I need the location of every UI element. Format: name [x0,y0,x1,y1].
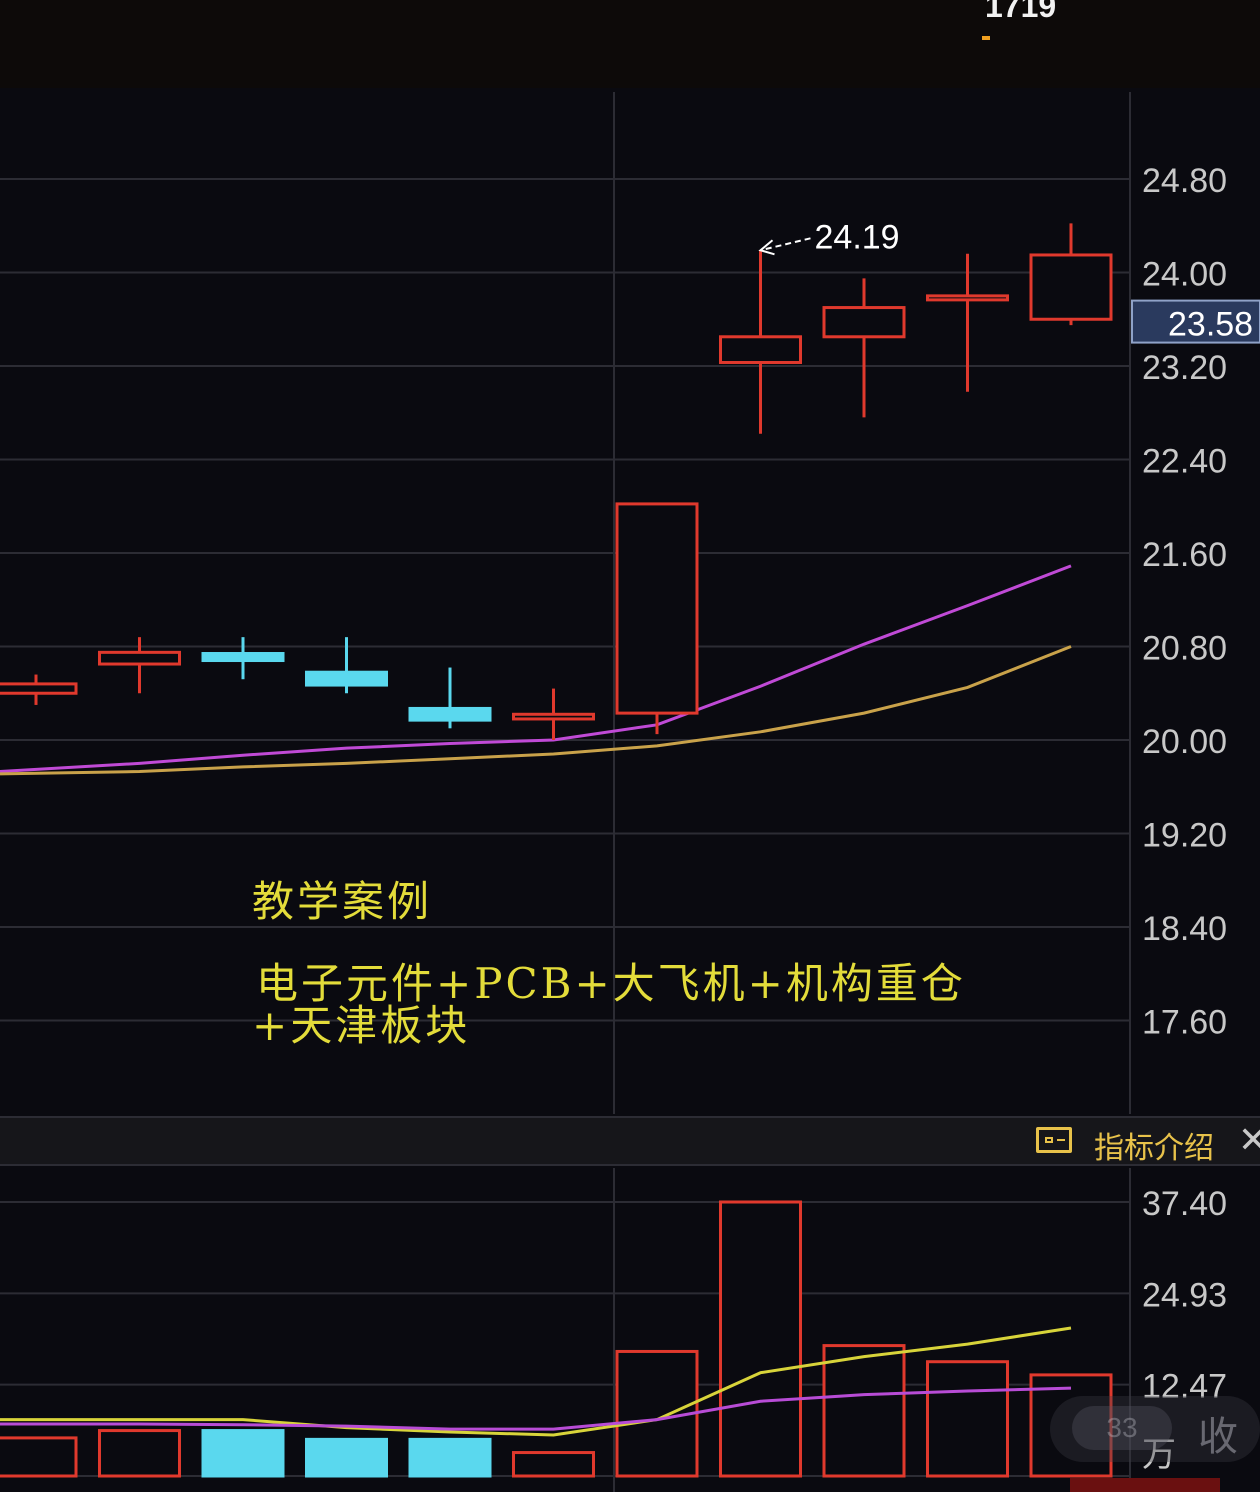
price-tick-label: 18.40 [1142,910,1227,948]
candle-body [926,294,1009,302]
candle [822,278,906,418]
candle-body [822,306,906,339]
price-tick-label: 21.60 [1142,536,1227,574]
indicator-info-icon[interactable] [1036,1127,1072,1153]
price-tick-label: 22.40 [1142,443,1227,481]
high-price-annotation: 24.19 [758,218,900,256]
price-tick-label: 20.00 [1142,723,1227,761]
volume-bar [408,1437,492,1478]
candle-body [305,670,388,687]
price-tick-label: 17.60 [1142,1004,1227,1042]
candle-body [719,335,802,364]
candle [201,637,285,680]
annotation-label: 24.19 [815,218,900,256]
candle-body [1029,253,1113,321]
candle [512,688,595,740]
case-tags-line2: +天津板块 [252,1001,471,1050]
candle-body [201,652,285,663]
watermark-count: 33 [1072,1406,1172,1450]
candle [926,253,1009,392]
price-tick-label: 23.20 [1142,349,1227,387]
stock-chart: 24.80 24.00 23.20 22.40 21.60 20.80 20.00 19.20… [0,92,1260,1492]
close-icon[interactable]: ✕ [1238,1120,1260,1161]
candle-body [0,682,78,695]
volume-bar [201,1429,285,1478]
volume-bar [822,1344,906,1478]
volume-bar [719,1200,802,1478]
volume-tick-label: 37.40 [1142,1185,1227,1223]
case-title: 教学案例 [252,877,433,926]
price-moving-averages [0,564,1072,776]
watermark-badge: 33 收 [1050,1396,1260,1462]
volume-bar [0,1436,78,1478]
price-candles [0,223,1113,740]
candle-body [408,706,492,722]
annotation-arrow-head [758,239,775,256]
volume-bar [98,1429,181,1478]
price-tick-label: 19.20 [1142,817,1227,855]
candle [408,667,492,729]
indicator-intro-button[interactable]: 指标介绍 [1094,1123,1214,1167]
volume-bar [305,1437,388,1478]
candle [1029,223,1113,326]
candle [719,250,802,434]
candle-body [98,650,181,666]
bottom-tag [1070,1478,1220,1492]
candle-body [512,712,595,721]
volume-moving-averages [0,1326,1072,1437]
candle-body [615,502,699,715]
volume-ma-long-line [0,1386,1072,1431]
volume-ma-short-line [0,1326,1072,1437]
price-tick-label: 24.00 [1142,256,1227,294]
ma-long-line [0,645,1072,776]
candle [615,502,699,735]
indicator-bar: 指标介绍 ✕ [0,1116,1260,1166]
candle [0,674,78,705]
volume-tick-label: 24.93 [1142,1276,1227,1314]
price-tick-label: 24.80 [1142,162,1227,200]
price-axis: 24.80 24.00 23.20 22.40 21.60 20.80 20.00 19.20… [1131,162,1260,1042]
volume-bar [512,1451,595,1478]
current-price-label: 23.58 [1168,306,1253,344]
price-tick-label: 20.80 [1142,630,1227,668]
volume-bar [926,1360,1009,1478]
watermark-label: 收 [1198,1414,1238,1460]
